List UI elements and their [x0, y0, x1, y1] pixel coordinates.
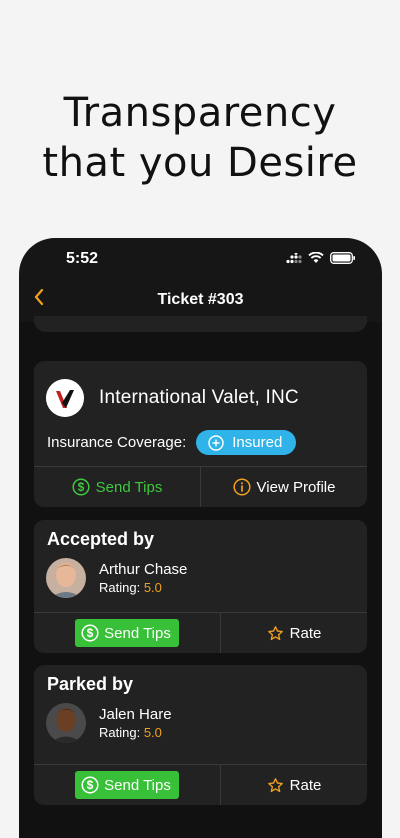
- ticket-content: International Valet, INC Insurance Cover…: [19, 316, 382, 838]
- parked-rate-button[interactable]: Rate: [220, 765, 367, 805]
- previous-card-edge: [34, 316, 367, 332]
- rating-value: 5.0: [143, 724, 162, 740]
- accepted-by-title: Accepted by: [47, 529, 155, 549]
- accepted-send-tips-button[interactable]: $ Send Tips: [75, 619, 179, 647]
- parked-by-person: Jalen Hare Rating: 5.0: [46, 703, 172, 743]
- insured-label: Insured: [232, 434, 283, 451]
- battery-icon: [330, 252, 355, 264]
- parked-by-card: Parked by Jalen Hare Rating: 5.0 $ Send …: [34, 665, 367, 805]
- avatar: [46, 558, 86, 598]
- plus-circle-icon: [208, 434, 224, 451]
- view-profile-button[interactable]: View Profile: [200, 467, 367, 507]
- parked-send-tips-button[interactable]: $ Send Tips: [75, 771, 179, 799]
- dollar-circle-icon: $: [81, 776, 99, 794]
- insurance-row: Insurance Coverage: Insured: [47, 430, 297, 455]
- avatar: [46, 703, 86, 743]
- dollar-circle-icon: $: [81, 624, 99, 642]
- parked-by-name: Jalen Hare: [99, 705, 172, 723]
- rate-label: Rate: [289, 776, 322, 794]
- company-logo-icon: [46, 379, 84, 417]
- svg-text:$: $: [77, 480, 84, 494]
- status-icons: [286, 252, 356, 264]
- dollar-circle-icon: $: [72, 478, 90, 496]
- headline-line-2: that you Desire: [42, 140, 358, 186]
- accepted-by-person: Arthur Chase Rating: 5.0: [46, 558, 187, 598]
- rating-label: Rating:: [99, 724, 141, 740]
- headline: Transparency that you Desire: [0, 88, 400, 188]
- parked-by-actions: $ Send Tips Rate: [34, 764, 367, 805]
- info-icon: [232, 478, 251, 496]
- status-time: 5:52: [66, 250, 99, 267]
- rating-value: 5.0: [143, 579, 162, 595]
- rating-label: Rating:: [99, 579, 141, 595]
- headline-line-1: Transparency: [63, 90, 337, 136]
- accepted-by-actions: $ Send Tips Rate: [34, 612, 367, 653]
- company-send-tips-button[interactable]: $ Send Tips: [34, 467, 200, 507]
- send-tips-label: Send Tips: [104, 776, 171, 794]
- accepted-rate-button[interactable]: Rate: [220, 613, 367, 653]
- insured-badge[interactable]: Insured: [196, 430, 297, 455]
- accepted-by-rating: Rating: 5.0: [99, 579, 187, 597]
- accepted-send-tips-cell: $ Send Tips: [34, 613, 220, 653]
- parked-send-tips-cell: $ Send Tips: [34, 765, 220, 805]
- parked-by-rating: Rating: 5.0: [99, 724, 172, 742]
- insurance-label: Insurance Coverage:: [47, 434, 187, 451]
- rate-label: Rate: [289, 624, 322, 642]
- star-icon: [267, 625, 283, 640]
- svg-text:$: $: [87, 626, 94, 640]
- wifi-icon: [308, 252, 324, 263]
- accepted-by-info: Arthur Chase Rating: 5.0: [99, 560, 187, 597]
- status-bar: 5:52: [19, 238, 382, 282]
- send-tips-label: Send Tips: [95, 478, 163, 496]
- page-title: Ticket #303: [157, 291, 244, 308]
- company-card: International Valet, INC Insurance Cover…: [34, 361, 367, 507]
- parked-by-info: Jalen Hare Rating: 5.0: [99, 705, 172, 742]
- accepted-by-name: Arthur Chase: [99, 560, 188, 578]
- company-name: International Valet, INC: [99, 387, 299, 408]
- parked-by-title: Parked by: [47, 674, 134, 694]
- svg-text:$: $: [87, 778, 94, 792]
- star-icon: [267, 777, 283, 792]
- send-tips-label: Send Tips: [104, 624, 171, 642]
- phone-frame: 5:52 Ticket #303 International Valet, IN…: [19, 238, 382, 838]
- company-header: International Valet, INC: [46, 379, 299, 417]
- accepted-by-card: Accepted by Arthur Chase Rating: 5.0 $ S…: [34, 520, 367, 653]
- company-actions: $ Send Tips View Profile: [34, 466, 367, 507]
- view-profile-label: View Profile: [256, 478, 336, 496]
- signal-icon: [286, 252, 302, 263]
